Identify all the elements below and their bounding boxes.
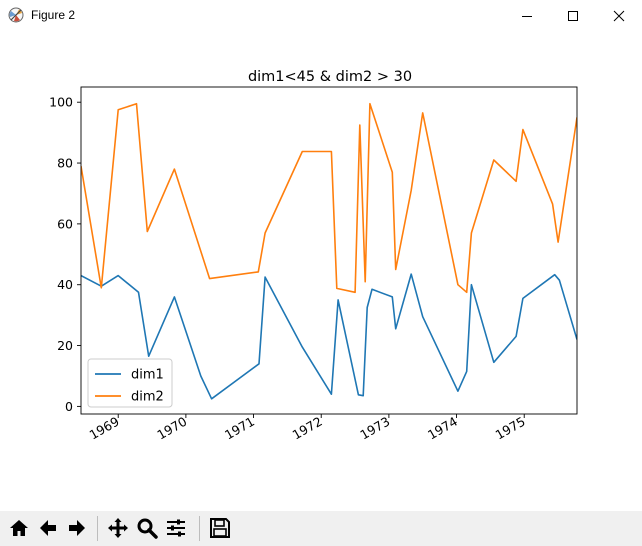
y-tick-label: 40 <box>57 277 73 292</box>
chart-title: dim1<45 & dim2 > 30 <box>248 69 412 85</box>
home-button[interactable] <box>5 514 33 542</box>
configure-subplots-button[interactable] <box>162 514 190 542</box>
save-icon <box>210 518 230 538</box>
zoom-icon <box>137 518 158 539</box>
toolbar-separator <box>97 516 98 541</box>
forward-icon <box>69 520 85 536</box>
home-icon <box>10 520 28 536</box>
save-button[interactable] <box>206 514 234 542</box>
y-tick-label: 0 <box>65 399 73 414</box>
window-title: Figure 2 <box>31 8 76 22</box>
close-button[interactable] <box>596 0 642 31</box>
x-tick-label: 1971 <box>222 414 257 443</box>
line-chart: dim1<45 & dim2 > 30 0 20 40 60 80 100 1969 1970… <box>49 69 578 443</box>
back-button[interactable] <box>34 514 62 542</box>
navigation-toolbar <box>0 511 642 546</box>
x-tick-label: 1970 <box>154 414 189 443</box>
window-titlebar: Figure 2 <box>0 0 642 31</box>
forward-button[interactable] <box>63 514 91 542</box>
minimize-icon <box>522 15 532 17</box>
x-tick-label: 1972 <box>290 414 325 443</box>
x-tick-label: 1973 <box>357 414 392 443</box>
legend-label-dim1: dim1 <box>131 368 164 383</box>
legend-label-dim2: dim2 <box>131 390 164 405</box>
back-icon <box>40 520 56 536</box>
maximize-icon <box>568 10 578 21</box>
x-tick-label: 1974 <box>425 414 460 443</box>
y-tick-label: 80 <box>57 156 73 171</box>
pan-button[interactable] <box>104 514 132 542</box>
configure-subplots-icon <box>167 519 185 537</box>
x-tick-label: 1975 <box>493 414 528 443</box>
minimize-button[interactable] <box>504 0 550 31</box>
x-tick-label: 1969 <box>87 414 122 443</box>
y-tick-label: 20 <box>57 338 73 353</box>
close-icon <box>613 10 625 21</box>
zoom-button[interactable] <box>133 514 161 542</box>
maximize-button[interactable] <box>550 0 596 31</box>
y-tick-label: 100 <box>49 95 73 110</box>
series-line-dim2 <box>81 102 577 294</box>
y-tick-label: 60 <box>57 216 73 231</box>
figure-canvas[interactable]: dim1<45 & dim2 > 30 0 20 40 60 80 100 1969 1970… <box>0 31 642 511</box>
pan-icon <box>108 518 128 538</box>
matplotlib-app-icon <box>8 7 24 23</box>
toolbar-separator <box>199 516 200 541</box>
